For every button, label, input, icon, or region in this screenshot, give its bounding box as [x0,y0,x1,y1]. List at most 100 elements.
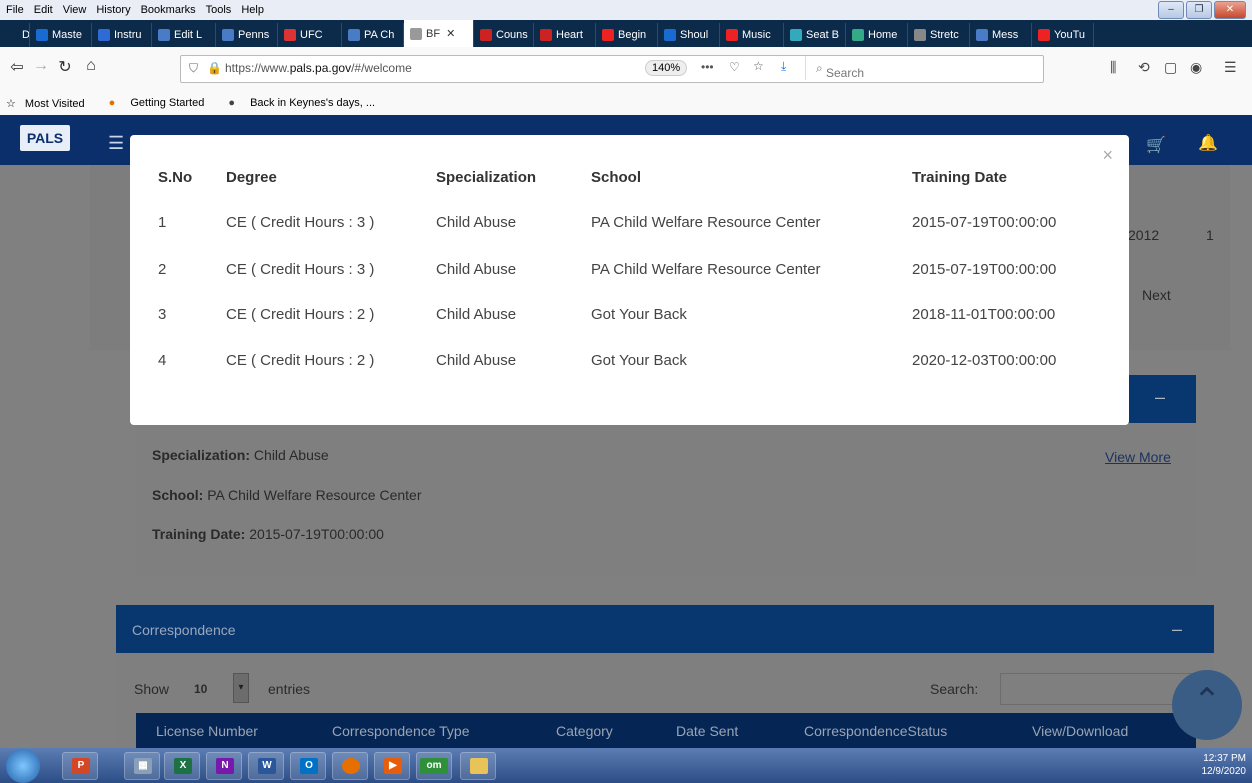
extension-icon[interactable]: ◉ [1190,59,1202,76]
browser-tab[interactable]: BF ✕ [404,20,474,47]
modal-table-cell: 1 [158,214,167,231]
browser-tab[interactable]: Home [846,23,908,47]
zoom-level[interactable]: 140% [645,60,688,76]
tab-label: Music [742,29,771,41]
taskbar-excel[interactable]: X [164,752,200,780]
correspondence-column-header[interactable]: CorrespondenceStatus [804,723,947,739]
browser-tab[interactable]: Begin [596,23,658,47]
table-search-input[interactable] [1000,673,1192,705]
taskbar-om[interactable]: om [416,752,452,780]
next-page-button[interactable]: Next [1142,287,1171,303]
scroll-to-top-button[interactable]: ⌃ [1172,670,1242,740]
taskbar-explorer[interactable] [460,752,496,780]
maximize-button[interactable]: ❐ [1186,1,1212,19]
menu-bookmarks[interactable]: Bookmarks [141,4,196,16]
bookmark-getting-started[interactable]: ● Getting Started [103,97,211,109]
forward-icon[interactable]: → [30,57,52,75]
partial-page-number: 1 [1206,227,1214,243]
taskbar-word[interactable]: W [248,752,284,780]
correspondence-column-header[interactable]: View/Download [1032,723,1128,739]
close-tab-icon[interactable]: ✕ [446,27,455,40]
clock-time[interactable]: 12:37 PM [1203,753,1246,764]
modal-column-header: Degree [226,169,277,186]
modal-table-cell: 4 [158,352,167,369]
search-box[interactable]: ⌕ Search [805,56,1042,80]
collapse-correspondence-icon[interactable]: – [1172,619,1182,640]
pocket-icon[interactable]: ♡ [729,60,740,74]
pals-logo[interactable]: PALS [20,125,70,151]
entries-dropdown-arrow-icon[interactable]: ▾ [233,673,249,703]
modal-table-cell: 3 [158,306,167,323]
tab-favicon-icon [914,29,926,41]
home-icon[interactable]: ⌂ [80,57,102,75]
browser-tab[interactable]: Stretc [908,23,970,47]
browser-tab[interactable]: Instru [92,23,152,47]
browser-tab[interactable]: DA [0,23,30,47]
om-icon: om [420,758,448,774]
bookmark-most-visited[interactable]: ☆ Most Visited [6,97,91,110]
windows-taskbar: P ▦ X N W O ▶ om 12:37 PM 12/9/2020 [0,748,1252,783]
taskbar-media[interactable]: ▶ [374,752,410,780]
download-icon[interactable]: ⤓ [781,59,786,74]
library-icon[interactable]: ⫼ [1110,59,1116,76]
browser-tab[interactable]: UFC [278,23,342,47]
modal-table-cell: 2018-11-01T00:00:00 [912,306,1056,323]
back-icon[interactable]: ⇦ [6,57,28,77]
taskbar-powerpoint[interactable]: P [62,752,98,780]
browser-tab[interactable]: Mess [970,23,1032,47]
clock-date[interactable]: 12/9/2020 [1202,766,1247,777]
browser-tab[interactable]: Edit L [152,23,216,47]
sync-icon[interactable]: ⟲ [1138,59,1150,76]
cart-icon[interactable]: 🛒 [1146,135,1166,155]
minimize-button[interactable]: – [1158,1,1184,19]
tracking-shield-icon[interactable]: ⛉ [189,61,198,76]
correspondence-column-header[interactable]: License Number [156,723,258,739]
bell-icon[interactable]: 🔔 [1198,133,1218,153]
bookmark-keynes[interactable]: ● Back in Keynes's days, ... [222,97,381,109]
taskbar-firefox[interactable] [332,752,368,780]
outlook-icon: O [300,758,318,774]
view-more-link[interactable]: View More [1105,449,1171,465]
menu-help[interactable]: Help [241,4,264,16]
correspondence-column-header[interactable]: Date Sent [676,723,738,739]
modal-table-cell: PA Child Welfare Resource Center [591,214,821,231]
start-button-icon[interactable] [6,749,40,783]
bookmark-star-icon[interactable]: ☆ [753,59,764,73]
partial-year: 2012 [1128,227,1160,243]
taskbar-onenote[interactable]: N [206,752,242,780]
taskbar-outlook[interactable]: O [290,752,326,780]
modal-table-cell: CE ( Credit Hours : 3 ) [226,261,375,278]
menu-edit[interactable]: Edit [34,4,53,16]
page-actions-icon[interactable]: ••• [701,60,714,74]
menu-icon[interactable]: ☰ [1224,59,1237,76]
url-bar[interactable]: ⛉ 🔒 https://www.pals.pa.gov/#/welcome 14… [180,55,1044,83]
browser-tab[interactable]: Shoul [658,23,720,47]
tab-favicon-icon [1038,29,1050,41]
browser-tab[interactable]: PA Ch [342,23,404,47]
hamburger-menu-icon[interactable]: ☰ [108,133,124,154]
close-window-button[interactable]: ✕ [1214,1,1246,19]
browser-tab[interactable]: Heart [534,23,596,47]
browser-tab[interactable]: Maste [30,23,92,47]
menu-file[interactable]: File [6,4,24,16]
entries-select-value[interactable]: 10 [194,682,207,696]
modal-column-header: S.No [158,169,193,186]
browser-tab[interactable]: Seat B [784,23,846,47]
menu-tools[interactable]: Tools [206,4,232,16]
close-modal-icon[interactable]: × [1102,145,1113,166]
browser-tab[interactable]: Music [720,23,784,47]
taskbar-calculator[interactable]: ▦ [124,752,160,780]
collapse-training-icon[interactable]: – [1155,387,1165,408]
sidebar-icon[interactable]: ▢ [1164,59,1177,76]
reload-icon[interactable]: ↻ [54,57,76,77]
correspondence-column-header[interactable]: Category [556,723,613,739]
browser-tab[interactable]: Couns [474,23,534,47]
menu-view[interactable]: View [63,4,87,16]
excel-icon: X [174,758,192,774]
menu-history[interactable]: History [96,4,130,16]
browser-tab[interactable]: YouTu [1032,23,1094,47]
url-text[interactable]: https://www.pals.pa.gov/#/welcome [225,61,412,75]
browser-tab[interactable]: Penns [216,23,278,47]
correspondence-column-header[interactable]: Correspondence Type [332,723,470,739]
lock-icon[interactable]: 🔒 [207,61,222,75]
